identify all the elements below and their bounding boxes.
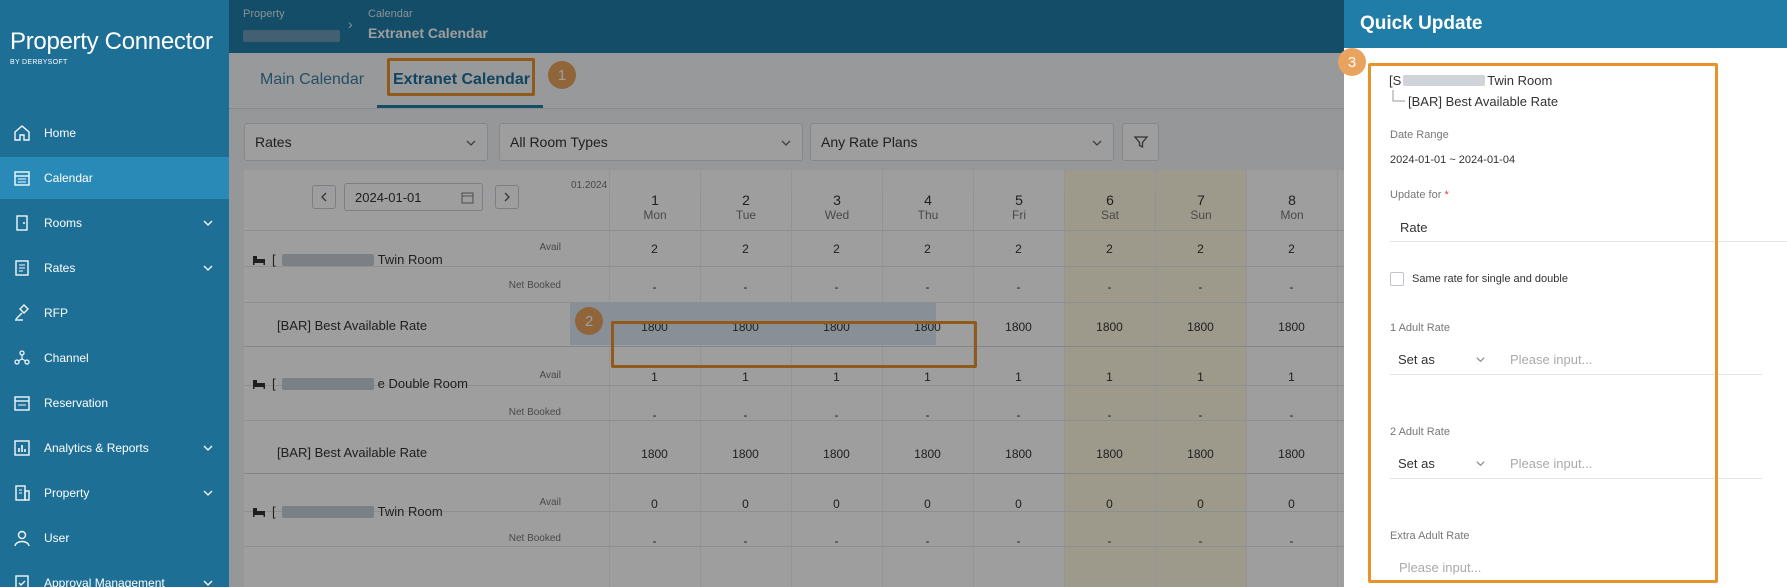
sidebar-item-rfp[interactable]: RFP xyxy=(0,292,229,334)
calendar-icon xyxy=(12,168,32,188)
panel-title: Quick Update xyxy=(1344,0,1787,48)
highlight-panel-form xyxy=(1368,63,1718,583)
app-root: Property Connector BY DERBYSOFT Home Cal… xyxy=(0,0,1787,587)
sidebar-item-label: Rates xyxy=(44,261,76,275)
sidebar-item-home[interactable]: Home xyxy=(0,112,229,154)
sidebar-item-property[interactable]: Property xyxy=(0,472,229,514)
sidebar-item-channel[interactable]: Channel xyxy=(0,337,229,379)
chart-icon xyxy=(12,438,32,458)
chevron-down-icon xyxy=(203,580,213,586)
gavel-icon xyxy=(12,303,32,323)
sidebar-item-label: Channel xyxy=(44,351,89,365)
sidebar-item-reservation[interactable]: Reservation xyxy=(0,382,229,424)
sidebar-item-rooms[interactable]: Rooms xyxy=(0,202,229,244)
sidebar-item-label: Home xyxy=(44,126,77,140)
rates-icon xyxy=(12,258,32,278)
logo-subtitle: BY DERBYSOFT xyxy=(10,59,68,66)
quick-update-panel: Quick Update [S Twin Room [BAR] Best Avai… xyxy=(1338,0,1787,587)
logo: Property Connector xyxy=(10,28,213,55)
modal-overlay[interactable] xyxy=(229,0,1344,587)
sidebar-item-label: RFP xyxy=(44,306,68,320)
building-icon xyxy=(12,483,32,503)
sidebar-item-approval[interactable]: Approval Management xyxy=(0,562,229,587)
approval-icon xyxy=(12,573,32,587)
sidebar-item-analytics[interactable]: Analytics & Reports xyxy=(0,427,229,469)
home-icon xyxy=(12,123,32,143)
door-icon xyxy=(12,213,32,233)
sidebar-item-label: Property xyxy=(44,486,90,500)
user-icon xyxy=(12,528,32,548)
chevron-down-icon xyxy=(203,220,213,226)
sidebar: Property Connector BY DERBYSOFT Home Cal… xyxy=(0,0,229,587)
sidebar-item-calendar[interactable]: Calendar xyxy=(0,157,229,199)
sidebar-item-user[interactable]: User xyxy=(0,517,229,559)
sidebar-item-label: Analytics & Reports xyxy=(44,441,149,455)
sidebar-item-label: Reservation xyxy=(44,396,109,410)
sidebar-item-rates[interactable]: Rates xyxy=(0,247,229,289)
sidebar-item-label: User xyxy=(44,531,70,545)
channel-icon xyxy=(12,348,32,368)
sidebar-item-label: Approval Management xyxy=(44,576,165,587)
sidebar-item-label: Rooms xyxy=(44,216,83,230)
chevron-down-icon xyxy=(203,445,213,451)
callout-badge-3: 3 xyxy=(1338,48,1366,76)
chevron-down-icon xyxy=(203,490,213,496)
sidebar-item-label: Calendar xyxy=(44,171,93,185)
reservation-icon xyxy=(12,393,32,413)
chevron-down-icon xyxy=(203,265,213,271)
